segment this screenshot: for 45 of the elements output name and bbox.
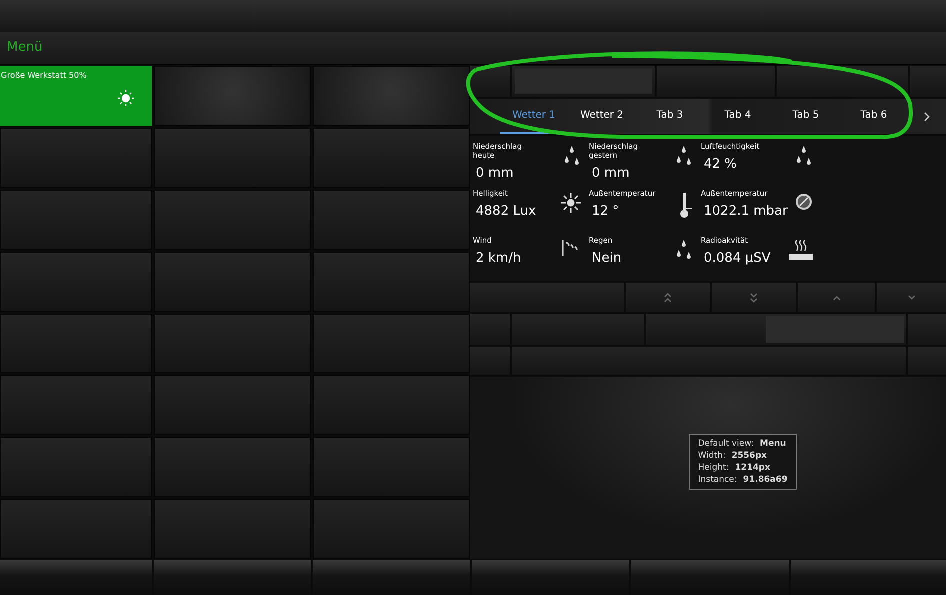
tab[interactable]: Tab 4 — [704, 99, 772, 134]
menu-title[interactable]: Menü — [7, 38, 43, 58]
sensor-value: 4882 Lux — [476, 203, 538, 221]
info-value: 1214px — [735, 462, 770, 474]
arrow-button[interactable] — [798, 283, 875, 312]
tab[interactable]: Wetter 1 — [500, 99, 568, 134]
tab[interactable]: Wetter 2 — [568, 99, 636, 134]
chevron-up-icon — [664, 292, 672, 302]
steam-tray-icon — [789, 240, 813, 262]
droplets-icon — [563, 146, 581, 168]
info-label: Instance: — [698, 474, 738, 486]
sensor-value: Nein — [592, 250, 623, 268]
light-tile[interactable]: Große Werkstatt 50% — [0, 66, 152, 126]
chevron-right-icon[interactable] — [923, 112, 931, 122]
droplets-icon — [675, 146, 693, 168]
sensor-value: 0 mm — [592, 165, 631, 183]
arrow-button[interactable] — [626, 283, 710, 312]
sensor-value: 12 ° — [592, 203, 620, 221]
chevron-down-icon — [908, 292, 916, 302]
droplets-icon — [675, 240, 693, 262]
empty-panel — [908, 314, 946, 345]
droplets-icon — [795, 146, 813, 168]
info-label: Default view: — [698, 438, 754, 450]
arrow-button[interactable] — [877, 283, 946, 312]
empty-panel — [908, 347, 946, 375]
sensor-value: 42 % — [704, 156, 738, 174]
sensor-value: 0 mm — [476, 165, 515, 183]
info-value: Menu — [760, 438, 786, 450]
tab[interactable]: Tab 3 — [636, 99, 704, 134]
sensor-value: 0.084 µSV — [704, 250, 772, 268]
windsock-icon — [561, 240, 581, 256]
sensor-value: 2 km/h — [476, 250, 522, 268]
tab[interactable]: Tab 6 — [840, 99, 908, 134]
info-value: 2556px — [732, 450, 768, 462]
tile-label: Große Werkstatt 50% — [1, 71, 88, 81]
info-label: Height: — [698, 462, 730, 474]
empty-panel — [910, 66, 946, 97]
info-label: Width: — [698, 450, 726, 462]
chevron-down-icon — [750, 292, 758, 302]
arrow-button[interactable] — [712, 283, 796, 312]
thermometer-icon — [679, 193, 693, 219]
tab[interactable]: Tab 5 — [772, 99, 840, 134]
info-value: 91.86a69 — [743, 474, 788, 486]
sensor-value: 1022.1 mbar — [704, 203, 788, 221]
sun-icon — [561, 193, 581, 213]
